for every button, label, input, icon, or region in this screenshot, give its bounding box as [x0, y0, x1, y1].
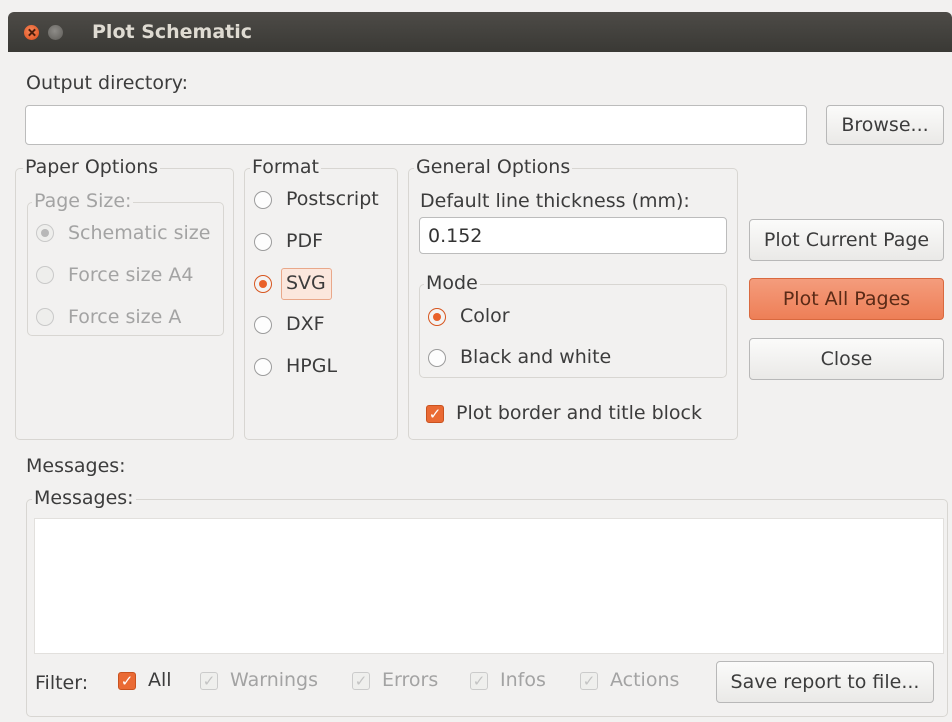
mode-color-label: Color: [460, 305, 510, 327]
window-title: Plot Schematic: [92, 21, 253, 43]
format-hpgl-radio[interactable]: [254, 358, 272, 376]
line-thickness-label: Default line thickness (mm):: [420, 190, 690, 212]
plot-border-label: Plot border and title block: [456, 402, 702, 424]
plot-all-pages-button[interactable]: Plot All Pages: [749, 278, 944, 320]
format-hpgl-label: HPGL: [286, 355, 338, 377]
minimize-window-icon[interactable]: [48, 25, 63, 40]
force-size-a4-radio[interactable]: [36, 266, 54, 284]
filter-infos-label: Infos: [500, 669, 546, 691]
filter-label: Filter:: [35, 672, 89, 694]
schematic-size-radio[interactable]: [36, 224, 54, 242]
force-size-a4-label: Force size A4: [68, 264, 194, 286]
mode-legend: Mode: [424, 272, 480, 294]
format-postscript-radio[interactable]: [254, 191, 272, 209]
filter-errors-checkbox[interactable]: ✓: [352, 672, 370, 690]
filter-infos-checkbox[interactable]: ✓: [470, 672, 488, 690]
force-size-a-label: Force size A: [68, 306, 182, 328]
messages-text-area[interactable]: [34, 518, 944, 654]
force-size-a-radio[interactable]: [36, 308, 54, 326]
plot-current-page-button[interactable]: Plot Current Page: [749, 219, 944, 261]
close-button[interactable]: Close: [749, 338, 944, 380]
browse-button[interactable]: Browse...: [826, 105, 944, 145]
output-directory-label: Output directory:: [26, 72, 189, 94]
page-size-legend: Page Size:: [32, 190, 134, 212]
format-pdf-label: PDF: [286, 230, 324, 252]
format-pdf-radio[interactable]: [254, 233, 272, 251]
mode-color-radio[interactable]: [428, 308, 446, 326]
format-legend: Format: [250, 156, 321, 178]
filter-warnings-checkbox[interactable]: ✓: [200, 672, 218, 690]
line-thickness-input[interactable]: [419, 217, 727, 254]
plot-border-checkbox[interactable]: ✓: [426, 405, 444, 423]
messages-legend: Messages:: [32, 487, 136, 509]
format-dxf-radio[interactable]: [254, 316, 272, 334]
filter-actions-label: Actions: [610, 669, 680, 691]
filter-warnings-label: Warnings: [230, 669, 319, 691]
mode-black-white-radio[interactable]: [428, 349, 446, 367]
filter-all-label: All: [148, 669, 172, 691]
messages-label: Messages:: [26, 455, 126, 477]
save-report-button[interactable]: Save report to file...: [716, 661, 934, 703]
format-svg-radio[interactable]: [254, 275, 272, 293]
mode-black-white-label: Black and white: [460, 346, 612, 368]
filter-errors-label: Errors: [382, 669, 439, 691]
format-svg-label: SVG: [286, 272, 326, 294]
filter-all-checkbox[interactable]: ✓: [118, 672, 136, 690]
format-postscript-label: Postscript: [286, 188, 379, 210]
output-directory-input[interactable]: [25, 105, 807, 145]
paper-options-legend: Paper Options: [23, 156, 161, 178]
format-dxf-label: DXF: [286, 313, 325, 335]
filter-actions-checkbox[interactable]: ✓: [580, 672, 598, 690]
title-bar: Plot Schematic: [8, 12, 952, 52]
schematic-size-label: Schematic size: [68, 222, 211, 244]
close-window-icon[interactable]: [24, 25, 39, 40]
general-options-legend: General Options: [414, 156, 573, 178]
